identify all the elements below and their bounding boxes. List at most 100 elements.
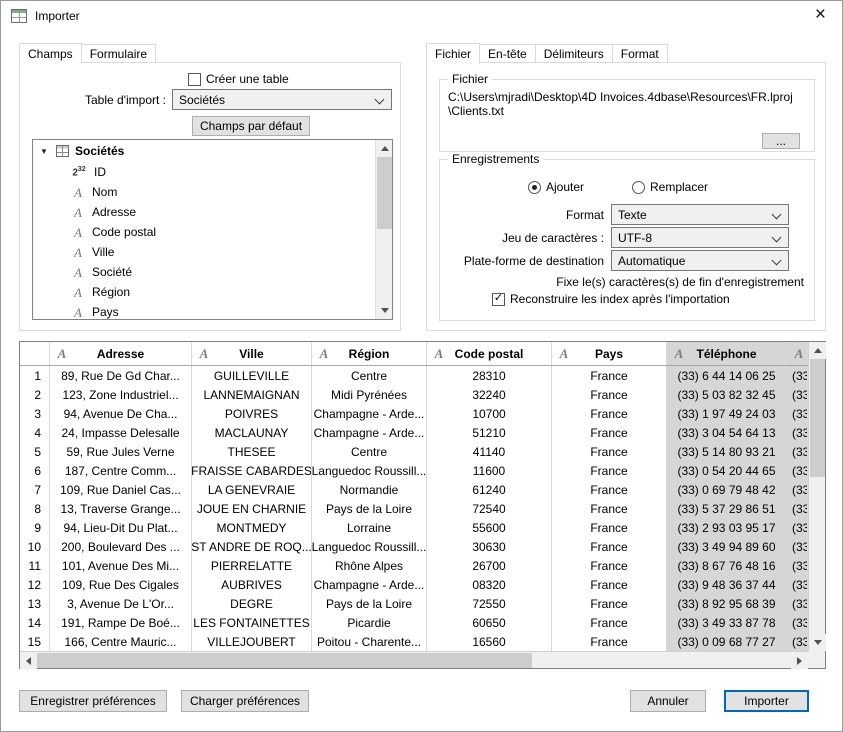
scroll-up-icon[interactable] (809, 342, 826, 359)
expander-icon[interactable]: ▼ (40, 147, 50, 156)
load-preferences-button[interactable]: Charger préférences (181, 690, 309, 712)
cell: Languedoc Roussill... (312, 461, 427, 480)
import-dialog: Importer × ChampsFormulaire Créer une ta… (0, 0, 843, 732)
cell: LANNEMAIGNAN (192, 385, 312, 404)
cell: 55600 (427, 518, 552, 537)
table-row[interactable]: 133, Avenue De L'Or...DEGREPays de la Lo… (20, 594, 808, 613)
table-row[interactable]: 15166, Centre Mauric...VILLEJOUBERTPoito… (20, 632, 808, 651)
tab-format[interactable]: Format (612, 44, 668, 63)
column-header-adresse[interactable]: A Adresse (50, 342, 192, 365)
charset-select[interactable]: UTF-8 (611, 227, 789, 248)
cell: MONTMEDY (192, 518, 312, 537)
grid-vertical-scrollbar[interactable] (808, 342, 825, 651)
cell: (33 (787, 404, 808, 423)
tab-fichier[interactable]: Fichier (426, 43, 480, 64)
radio-ajouter[interactable] (528, 181, 541, 194)
eol-note: Fixe le(s) caractères(s) de fin d'enregi… (556, 275, 804, 289)
browse-button[interactable]: ... (762, 133, 800, 149)
column-header-extra[interactable]: A (787, 342, 808, 365)
left-tab-bar: ChampsFormulaire (19, 42, 156, 63)
titlebar: Importer × (1, 1, 842, 31)
radio-ajouter-label: Ajouter (546, 180, 584, 194)
tab-champs[interactable]: Champs (19, 43, 82, 64)
create-table-label: Créer une table (206, 72, 289, 86)
cell: 13, Traverse Grange... (50, 499, 192, 518)
alpha-field-icon: A (197, 347, 211, 360)
alpha-field-icon: A (71, 286, 85, 299)
radio-add-row: Ajouter (528, 180, 584, 194)
import-table-select[interactable]: Sociétés (172, 89, 392, 110)
tree-field-adresse[interactable]: AAdresse (33, 202, 392, 222)
alpha-field-icon: A (71, 306, 85, 319)
cell: Midi Pyrénées (312, 385, 427, 404)
tree-field-r-gion[interactable]: ARégion (33, 282, 392, 302)
table-row[interactable]: 813, Traverse Grange...JOUE EN CHARNIEPa… (20, 499, 808, 518)
import-button[interactable]: Importer (724, 690, 809, 712)
tree-field-code-postal[interactable]: ACode postal (33, 222, 392, 242)
table-row[interactable]: 424, Impasse DelesalleMACLAUNAYChampagne… (20, 423, 808, 442)
radio-replace-row: Remplacer (632, 180, 708, 194)
table-row[interactable]: 10200, Boulevard Des ...ST ANDRE DE ROQ.… (20, 537, 808, 556)
scroll-down-icon[interactable] (809, 634, 826, 651)
grid-hscroll-thumb[interactable] (37, 653, 532, 668)
column-header-r-gion[interactable]: ARégion (312, 342, 427, 365)
tab-en-tete[interactable]: En-tête (479, 44, 536, 63)
field-name: Pays (92, 305, 119, 319)
cell: France (552, 613, 667, 632)
records-group-title: Enregistrements (448, 152, 543, 166)
radio-remplacer[interactable] (632, 181, 645, 194)
create-table-checkbox[interactable] (188, 73, 201, 86)
column-header-code-postal[interactable]: ACode postal (427, 342, 552, 365)
app-icon (11, 9, 27, 23)
scroll-left-icon[interactable] (20, 652, 37, 669)
cell: 30630 (427, 537, 552, 556)
alpha-field-icon: A (55, 347, 69, 360)
table-row[interactable]: 2123, Zone Industriel...LANNEMAIGNANMidi… (20, 385, 808, 404)
cell: (33) 0 54 20 44 65 (667, 461, 787, 480)
cell: (33 (787, 537, 808, 556)
table-row[interactable]: 559, Rue Jules VerneTHESEECentre41140Fra… (20, 442, 808, 461)
platform-select[interactable]: Automatique (611, 250, 789, 271)
tree-root-row[interactable]: ▼ Sociétés (33, 140, 392, 162)
cell: Normandie (312, 480, 427, 499)
table-row[interactable]: 394, Avenue De Cha...POIVRESChampagne - … (20, 404, 808, 423)
table-row[interactable]: 12109, Rue Des CigalesAUBRIVESChampagne … (20, 575, 808, 594)
save-preferences-button[interactable]: Enregistrer préférences (19, 690, 167, 712)
column-title: Adresse (97, 347, 144, 361)
scroll-up-icon[interactable] (376, 140, 393, 157)
scroll-down-icon[interactable] (376, 302, 393, 319)
tree-scrollbar[interactable] (375, 140, 392, 319)
cell: (33 (787, 461, 808, 480)
fields-panel: Créer une table Table d'import : Société… (19, 62, 401, 331)
tree-field-soci-t[interactable]: ASociété (33, 262, 392, 282)
cell: 32240 (427, 385, 552, 404)
table-row[interactable]: 7109, Rue Daniel Cas...LA GENEVRAIENorma… (20, 480, 808, 499)
column-header-ville[interactable]: AVille (192, 342, 312, 365)
table-row[interactable]: 6187, Centre Comm...FRAISSE CABARDESLang… (20, 461, 808, 480)
tree-scroll-thumb[interactable] (377, 157, 392, 229)
cell: France (552, 461, 667, 480)
rebuild-index-checkbox[interactable]: ✓ (492, 293, 505, 306)
tree-field-ville[interactable]: AVille (33, 242, 392, 262)
close-icon[interactable]: × (815, 4, 826, 26)
tree-field-nom[interactable]: ANom (33, 182, 392, 202)
tab-delimiteurs[interactable]: Délimiteurs (535, 44, 613, 63)
chevron-down-icon (772, 233, 782, 243)
table-row[interactable]: 189, Rue De Gd Char...GUILLEVILLECentre2… (20, 366, 808, 385)
column-header-pays[interactable]: APays (552, 342, 667, 365)
default-fields-button[interactable]: Champs par défaut (192, 116, 310, 136)
table-row[interactable]: 994, Lieu-Dit Du Plat...MONTMEDYLorraine… (20, 518, 808, 537)
scroll-right-icon[interactable] (791, 652, 808, 669)
format-select[interactable]: Texte (611, 204, 789, 225)
grid-horizontal-scrollbar[interactable] (20, 651, 808, 668)
column-title: Code postal (455, 347, 524, 361)
column-header-t-l-phone[interactable]: ATéléphone (667, 342, 787, 365)
cancel-button[interactable]: Annuler (630, 690, 706, 712)
tab-formulaire[interactable]: Formulaire (81, 44, 156, 63)
grid-vscroll-thumb[interactable] (810, 359, 825, 477)
tree-field-id[interactable]: 232ID (33, 162, 392, 182)
table-row[interactable]: 11101, Avenue Des Mi...PIERRELATTERhône … (20, 556, 808, 575)
cell: 16560 (427, 632, 552, 651)
tree-field-pays[interactable]: A Pays (33, 302, 392, 320)
table-row[interactable]: 14191, Rampe De Boé...LES FONTAINETTESPi… (20, 613, 808, 632)
